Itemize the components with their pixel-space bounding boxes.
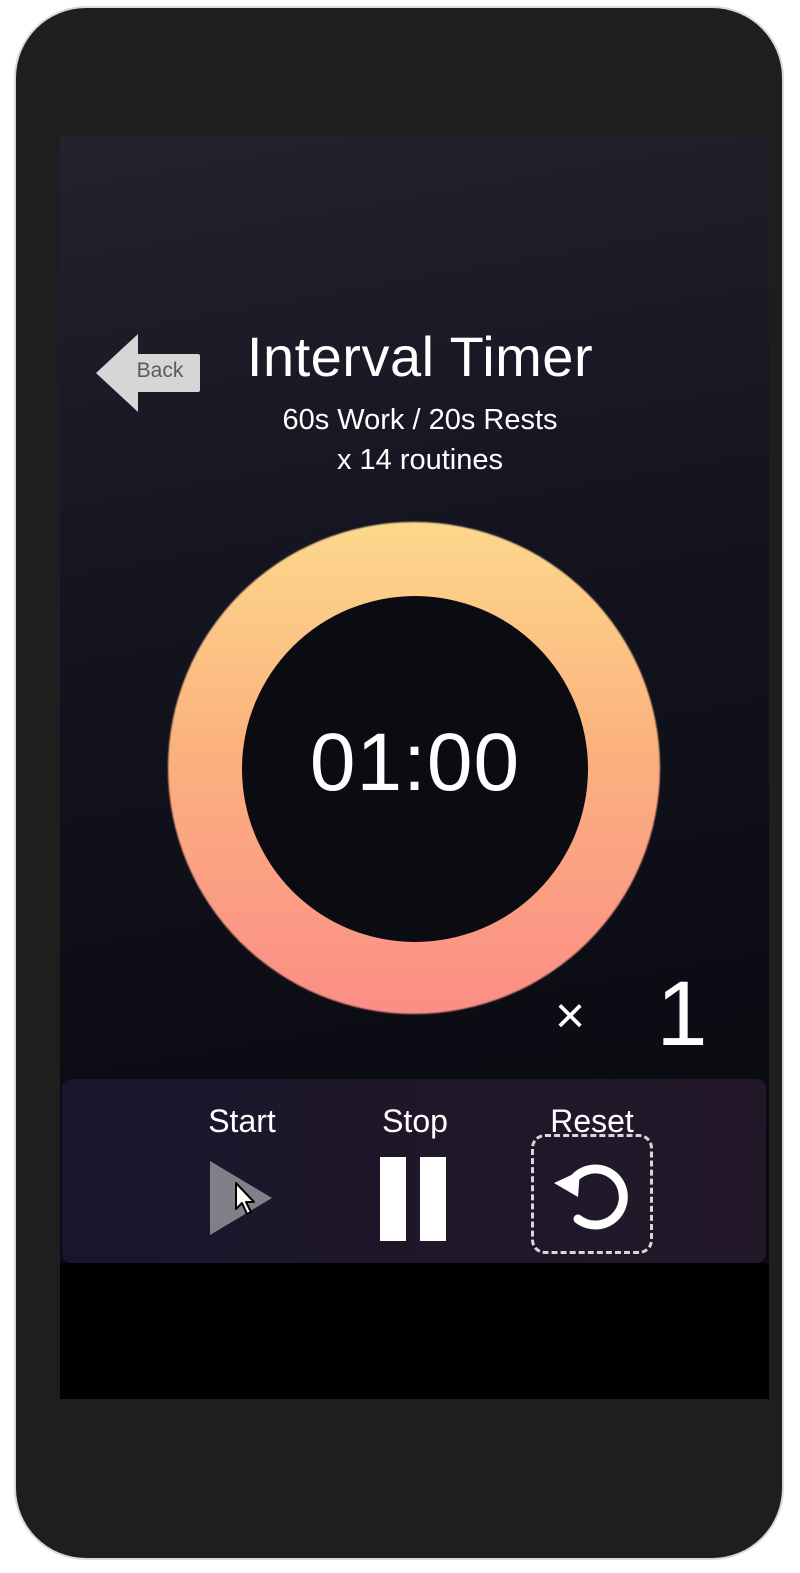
bottom-blank-area [60,1263,769,1399]
reset-icon [554,1164,628,1230]
control-panel: Start Stop Reset [62,1079,766,1263]
back-label: Back [136,359,184,382]
stop-label: Stop [382,1103,448,1139]
reset-button[interactable] [531,1134,653,1254]
page-title: Interval Timer [246,325,594,388]
phone-frame: Back Interval Timer 60s Work / 20s Rests… [16,8,782,1558]
timer-display: 01:00 [309,717,521,808]
routine-count: x 14 routines [336,444,504,476]
mouse-cursor-icon [235,1182,255,1215]
back-button[interactable]: Back [96,334,202,412]
round-counter: 1 [656,963,708,1065]
routine-description: 60s Work / 20s Rests [282,404,558,436]
multiplier-symbol: × [554,987,586,1045]
app-screen: Back Interval Timer 60s Work / 20s Rests… [60,136,769,1399]
start-label: Start [208,1103,276,1139]
stop-button[interactable] [374,1153,454,1245]
pause-icon [380,1157,446,1241]
